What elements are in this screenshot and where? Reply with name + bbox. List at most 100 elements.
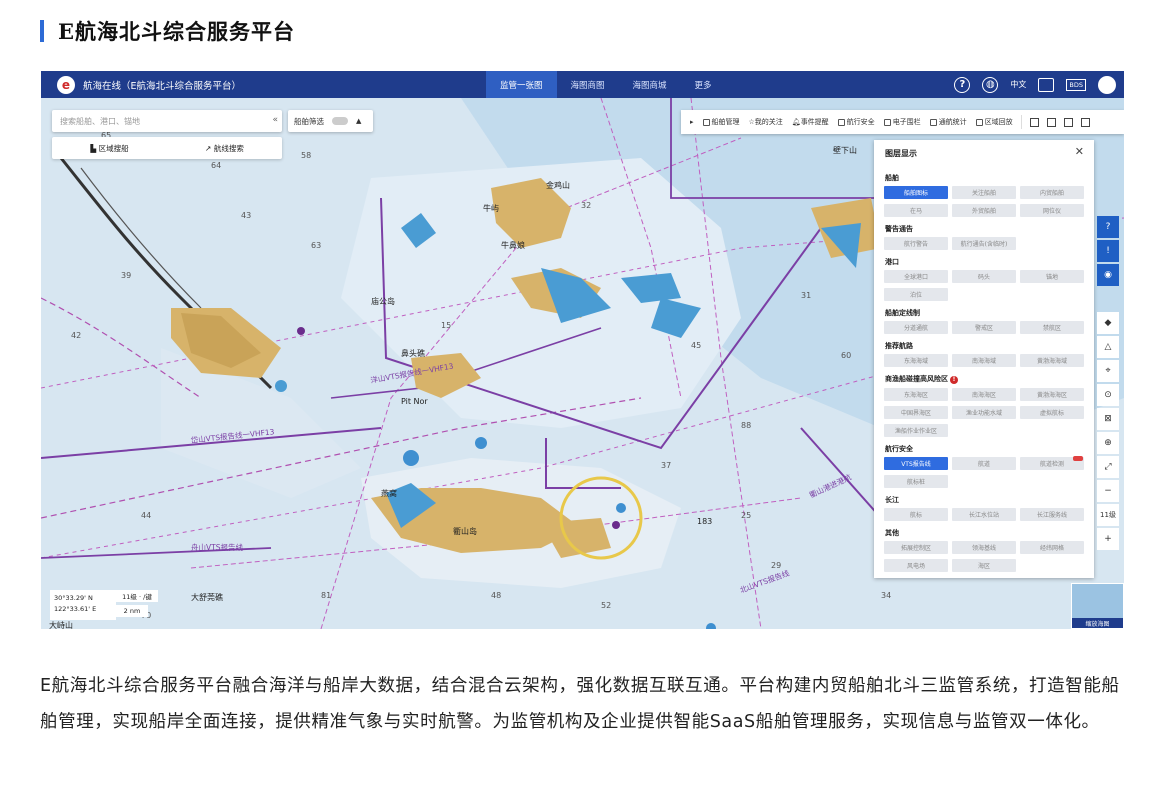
- zoom-in-button[interactable]: +: [1097, 528, 1119, 550]
- layer-toggle[interactable]: 内贸船舶: [1020, 186, 1084, 199]
- layer-toggle[interactable]: 网位仪: [1020, 204, 1084, 217]
- nav-safety-button[interactable]: 航行安全: [837, 117, 875, 127]
- layer-toggle[interactable]: 风电场: [884, 559, 948, 572]
- traffic-stats-button[interactable]: 通航统计: [929, 117, 967, 127]
- right-toolbar: ? ! ◉ ◆ △ ⌖ ⊙ ⊠ ⊕ ⤢ − 11级 +: [1097, 216, 1119, 552]
- layer-toggle[interactable]: 领海基线: [952, 541, 1016, 554]
- layer-toggle[interactable]: 经纬网格: [1020, 541, 1084, 554]
- ship-filter[interactable]: 船舶筛选 ▲: [288, 110, 373, 132]
- ship-filter-label: 船舶筛选: [294, 116, 324, 126]
- layer-toggle[interactable]: 南海海区: [952, 388, 1016, 401]
- section-ship: 船舶: [885, 174, 899, 182]
- svg-text:63: 63: [311, 241, 321, 250]
- top-nav-bar: e 航海在线（E航海北斗综合服务平台） 监管一张图 海图商图 海图商城 更多 ?…: [41, 71, 1124, 98]
- layer-toggle[interactable]: 长江水位站: [952, 508, 1016, 521]
- map-toolbar: ▸ 船舶管理 ☆ 我的关注 🔔︎ 事件提醒 航行安全 电子围栏 通航统计 区域回放: [681, 110, 1124, 134]
- svg-text:32: 32: [581, 201, 591, 210]
- layer-toggle[interactable]: 东海海域: [884, 354, 948, 367]
- region-playback-button[interactable]: 区域回放: [975, 117, 1013, 127]
- layer-toggle[interactable]: 拓展控制区: [884, 541, 948, 554]
- locate-icon[interactable]: ⊕: [1097, 432, 1119, 454]
- layers-icon[interactable]: [1046, 117, 1056, 127]
- layer-toggle[interactable]: 警戒区: [952, 321, 1016, 334]
- chevron-up-icon[interactable]: ▲: [356, 117, 361, 125]
- toolbar-expand-icon[interactable]: ▸: [690, 118, 694, 126]
- compass-icon[interactable]: ⊙: [1097, 384, 1119, 406]
- search-input[interactable]: 搜索船舶、港口、锚地 «: [52, 110, 282, 132]
- tab-chart-store[interactable]: 海图商城: [619, 71, 681, 98]
- layer-toggle[interactable]: 在马: [884, 204, 948, 217]
- svg-text:60: 60: [841, 351, 851, 360]
- layer-toggle[interactable]: 长江服务线: [1020, 508, 1084, 521]
- ship-avatar-icon[interactable]: [1098, 75, 1116, 94]
- layer-toggle[interactable]: 航行警告: [884, 237, 948, 250]
- layer-toggle[interactable]: 关注船舶: [952, 186, 1016, 199]
- language-switch[interactable]: 中文: [1010, 79, 1026, 90]
- layer-toggle[interactable]: VTS报告线: [884, 457, 948, 470]
- logout-icon[interactable]: [1038, 77, 1055, 92]
- help-icon[interactable]: ?: [954, 76, 971, 93]
- layer-toggle[interactable]: 全球港口: [884, 270, 948, 283]
- my-follow-button[interactable]: ☆ 我的关注: [749, 117, 783, 127]
- svg-text:52: 52: [601, 601, 611, 610]
- cube-icon[interactable]: ◆: [1097, 312, 1119, 334]
- print-icon[interactable]: [1080, 117, 1090, 127]
- app-logo[interactable]: e: [57, 75, 75, 94]
- collapse-icon[interactable]: «: [272, 115, 278, 125]
- measure-icon[interactable]: ⊠: [1097, 408, 1119, 430]
- close-icon[interactable]: ✕: [1075, 145, 1084, 158]
- region-search-button[interactable]: ▙ 区域搜船: [52, 137, 167, 159]
- overview-minimap[interactable]: 缩放海图: [1071, 583, 1124, 629]
- layer-toggle[interactable]: 中国界海区: [884, 406, 948, 419]
- layer-toggle[interactable]: 锚地: [1020, 270, 1084, 283]
- notice-icon[interactable]: !: [1097, 240, 1119, 262]
- svg-text:81: 81: [321, 591, 331, 600]
- user-icon[interactable]: ◉: [1097, 264, 1119, 286]
- layer-toggle[interactable]: 东海海区: [884, 388, 948, 401]
- fullscreen-icon[interactable]: [1029, 117, 1039, 127]
- layer-toggle[interactable]: 黄渤海海域: [1020, 354, 1084, 367]
- tab-supervision-map[interactable]: 监管一张图: [486, 71, 557, 98]
- layer-toggle[interactable]: 航标: [884, 508, 948, 521]
- help-icon[interactable]: ?: [1097, 216, 1119, 238]
- expand-icon[interactable]: ⤢: [1097, 456, 1119, 478]
- layer-toggle[interactable]: 外贸船舶: [952, 204, 1016, 217]
- settings-icon[interactable]: [1063, 117, 1073, 127]
- layer-toggle[interactable]: 渔船作业作业区: [884, 424, 948, 437]
- layer-toggle[interactable]: 虚拟航标: [1020, 406, 1084, 419]
- track-search-button[interactable]: ↗ 航线搜索: [167, 137, 282, 159]
- tab-chart[interactable]: 海图商图: [557, 71, 619, 98]
- triangle-icon[interactable]: △: [1097, 336, 1119, 358]
- event-alert-button[interactable]: 🔔︎ 事件提醒: [792, 117, 829, 127]
- layer-toggle[interactable]: 航行通告(含临时): [952, 237, 1016, 250]
- svg-text:48: 48: [491, 591, 501, 600]
- svg-text:34: 34: [881, 591, 891, 600]
- map-level-indicator[interactable]: 11级 · /键: [116, 590, 158, 602]
- toolbar-divider: [1020, 115, 1022, 129]
- svg-text:45: 45: [691, 341, 701, 350]
- layer-toggle[interactable]: 船舶图标: [884, 186, 948, 199]
- layer-toggle[interactable]: 航标桩: [884, 475, 948, 488]
- globe-icon[interactable]: ◍: [982, 76, 999, 93]
- layer-toggle[interactable]: 南海海域: [952, 354, 1016, 367]
- bds-badge[interactable]: BDS: [1066, 78, 1086, 91]
- layer-toggle[interactable]: 泊位: [884, 288, 948, 301]
- ship-management-button[interactable]: 船舶管理: [702, 117, 740, 127]
- minimap-caption[interactable]: 缩放海图: [1072, 618, 1123, 628]
- layer-toggle[interactable]: 黄渤海海区: [1020, 388, 1084, 401]
- section-nav-safety: 航行安全: [885, 445, 913, 453]
- layer-toggle[interactable]: 航道: [952, 457, 1016, 470]
- point-label: Pit Nor: [401, 397, 428, 406]
- layer-toggle[interactable]: 分道通航: [884, 321, 948, 334]
- layer-toggle[interactable]: 海区: [952, 559, 1016, 572]
- geofence-button[interactable]: 电子围栏: [883, 117, 921, 127]
- layer-toggle[interactable]: 码头: [952, 270, 1016, 283]
- filter-toggle[interactable]: [332, 117, 348, 125]
- tag-icon[interactable]: ⌖: [1097, 360, 1119, 382]
- island-label: 大舒莞礁: [191, 592, 223, 602]
- layer-toggle[interactable]: 禁航区: [1020, 321, 1084, 334]
- zoom-out-button[interactable]: −: [1097, 480, 1119, 502]
- region-icon: ▙: [90, 143, 99, 153]
- layer-toggle[interactable]: 渔业功能水域: [952, 406, 1016, 419]
- tab-more[interactable]: 更多: [681, 71, 726, 98]
